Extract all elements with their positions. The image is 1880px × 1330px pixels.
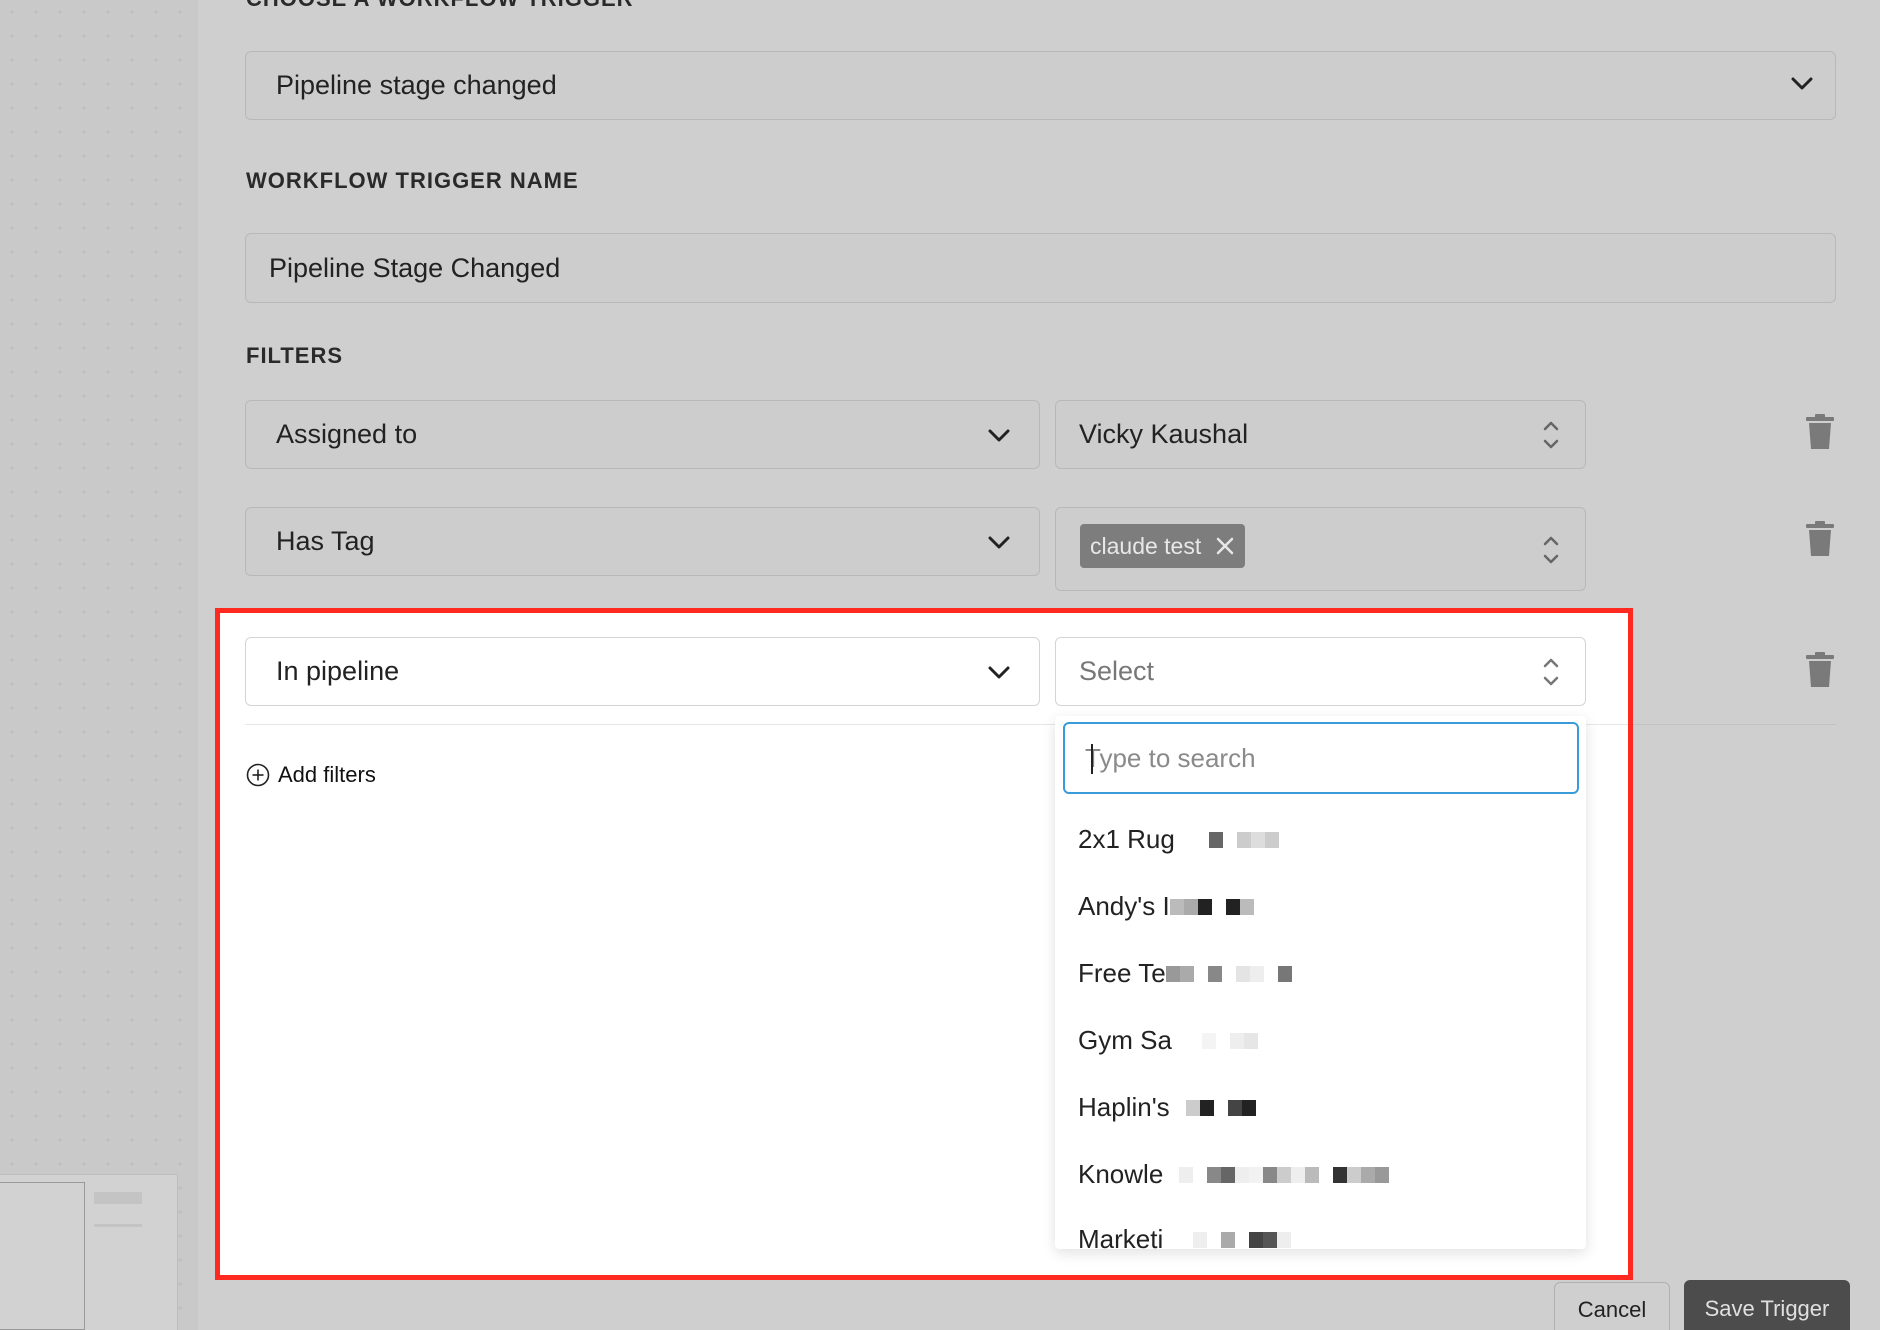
cancel-label: Cancel xyxy=(1577,1297,1647,1322)
pipeline-option-label: Haplin's xyxy=(1078,1092,1170,1122)
tag-chip: claude test xyxy=(1080,524,1246,568)
updown-chevron-icon xyxy=(1543,421,1559,449)
text-caret xyxy=(1091,744,1093,774)
filters-label: FILTERS xyxy=(246,343,344,368)
chevron-down-icon xyxy=(1791,77,1813,90)
save-label: Save Trigger xyxy=(1704,1296,1830,1321)
plus-circle-icon xyxy=(246,763,270,787)
filter-field-select[interactable]: In pipeline xyxy=(245,637,1040,706)
trigger-type-select[interactable]: Pipeline stage changed xyxy=(245,51,1836,120)
add-filters-button[interactable]: Add filters xyxy=(246,762,376,788)
pipeline-option[interactable]: Andy's I xyxy=(1078,891,1254,922)
pipeline-option[interactable]: Marketi xyxy=(1078,1224,1292,1249)
redacted-text xyxy=(1193,1231,1292,1248)
pipeline-option[interactable]: Haplin's xyxy=(1078,1092,1256,1123)
pipeline-option[interactable]: Gym Sa xyxy=(1078,1025,1258,1056)
trash-icon[interactable] xyxy=(1805,652,1835,688)
redacted-text xyxy=(1208,831,1279,848)
pipeline-option[interactable]: Free Te xyxy=(1078,958,1292,989)
chevron-down-icon xyxy=(988,536,1010,549)
pipeline-option-label: Marketi xyxy=(1078,1224,1164,1249)
cancel-button[interactable]: Cancel xyxy=(1554,1282,1670,1330)
updown-chevron-icon xyxy=(1543,658,1559,686)
canvas-background xyxy=(0,0,198,1330)
redacted-text xyxy=(1169,898,1254,915)
filter-field-value: In pipeline xyxy=(276,656,400,686)
trigger-name-label: WORKFLOW TRIGGER NAME xyxy=(246,168,579,193)
row-divider xyxy=(1631,724,1836,725)
updown-chevron-icon xyxy=(1543,536,1559,564)
pipeline-select[interactable]: Select xyxy=(1055,637,1586,706)
chevron-down-icon xyxy=(988,429,1010,442)
add-filters-label: Add filters xyxy=(278,762,376,787)
close-icon[interactable] xyxy=(1215,536,1235,556)
redacted-text xyxy=(1201,1032,1258,1049)
minimap-node xyxy=(94,1224,142,1227)
pipeline-option[interactable]: Knowle xyxy=(1078,1159,1390,1190)
redacted-text xyxy=(1165,965,1292,982)
chevron-down-icon xyxy=(988,666,1010,679)
redacted-text xyxy=(1185,1099,1256,1116)
tag-chip-label: claude test xyxy=(1090,532,1202,559)
choose-trigger-label: CHOOSE A WORKFLOW TRIGGER xyxy=(246,0,634,12)
filter-field-value: Assigned to xyxy=(276,419,418,449)
pipeline-search-field[interactable] xyxy=(1063,722,1579,794)
pipeline-option-label: Gym Sa xyxy=(1078,1025,1172,1055)
trash-icon[interactable] xyxy=(1805,521,1835,557)
pipeline-select-placeholder: Select xyxy=(1079,656,1155,686)
pipeline-dropdown: 2x1 Rug Andy's I Free Te Gym Sa Haplin's… xyxy=(1055,716,1586,1249)
filter-value: Vicky Kaushal xyxy=(1079,419,1249,449)
trigger-type-value: Pipeline stage changed xyxy=(276,70,557,100)
minimap-node xyxy=(94,1192,142,1204)
pipeline-option-label: Knowle xyxy=(1078,1159,1164,1189)
pipeline-option-label: 2x1 Rug xyxy=(1078,824,1175,854)
pipeline-option-label: Andy's I xyxy=(1078,891,1170,921)
minimap-viewport[interactable] xyxy=(0,1182,85,1330)
filter-field-value: Has Tag xyxy=(276,526,375,556)
trigger-name-input[interactable]: Pipeline Stage Changed xyxy=(245,233,1836,303)
redacted-text xyxy=(1179,1166,1390,1183)
trash-icon[interactable] xyxy=(1805,414,1835,450)
filter-field-select[interactable]: Has Tag xyxy=(245,507,1040,576)
filter-value-select[interactable]: Vicky Kaushal xyxy=(1055,400,1586,469)
pipeline-option[interactable]: 2x1 Rug xyxy=(1078,824,1279,855)
filter-field-select[interactable]: Assigned to xyxy=(245,400,1040,469)
pipeline-search-input[interactable] xyxy=(1085,742,1577,774)
pipeline-option-label: Free Te xyxy=(1078,958,1166,988)
save-trigger-button[interactable]: Save Trigger xyxy=(1684,1280,1850,1330)
trigger-name-value: Pipeline Stage Changed xyxy=(269,252,561,283)
